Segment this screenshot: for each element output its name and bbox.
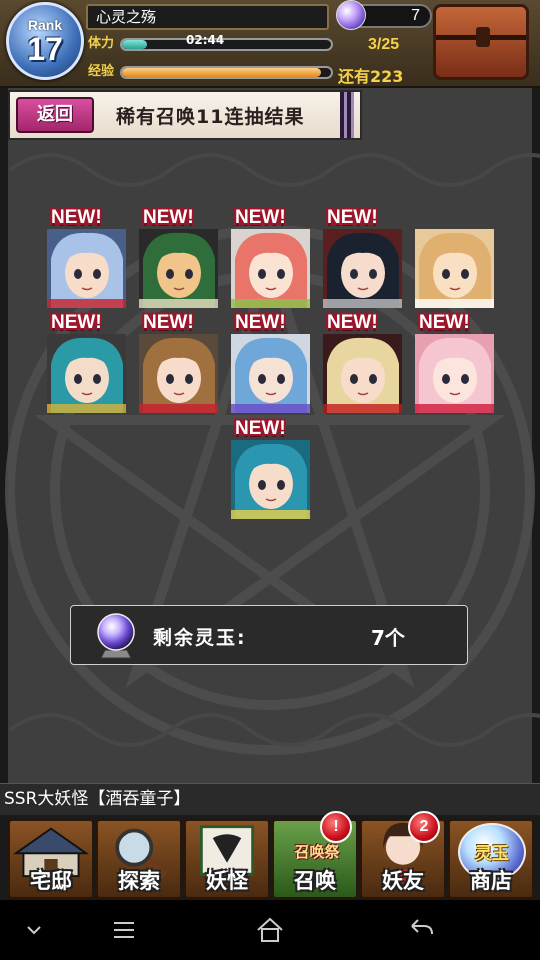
character-portrait [47,334,126,413]
nav-explore-label: 探索 [118,869,160,893]
new-badge: NEW! [51,207,102,228]
game-screen: Rank 17 心灵之殇 体力 02:44 3/25 经验 还有223 7 返回… [0,0,540,900]
nav-summon-label: 召唤 [294,869,336,893]
friends-count-badge: 2 [408,811,440,843]
back-arrow-icon[interactable] [400,914,440,946]
gem-counter[interactable]: 7 [336,0,432,30]
menu-icon[interactable] [104,914,144,946]
rank-badge[interactable]: Rank 17 [6,2,84,80]
treasure-chest-icon[interactable] [433,4,529,80]
nav-yokai[interactable]: 妖怪 [184,819,270,899]
remaining-jade-label: 剩余灵玉: [153,627,247,649]
character-portrait [415,229,494,308]
news-ticker[interactable]: SSR大妖怪【酒吞童子】 [0,783,540,815]
summon-result-card[interactable]: NEW! [231,207,310,308]
summon-alert-badge: ! [320,811,352,843]
character-portrait [323,334,402,413]
character-portrait [231,229,310,308]
summon-result-card[interactable]: NEW! [47,312,126,413]
summon-result-card[interactable]: NEW! [139,207,218,308]
remaining-jade-value: 7个 [371,626,405,650]
nav-shop-label: 商店 [470,869,512,893]
summon-result-card[interactable]: NEW! [47,207,126,308]
spirit-jade-orb-icon [97,613,135,659]
exp-label: 经验 [88,64,115,79]
new-badge: NEW! [51,312,102,333]
remaining-jade-panel: 剩余灵玉: 7个 [70,605,468,665]
chevron-down-icon[interactable] [14,914,54,946]
exp-fill [122,68,321,77]
new-badge: NEW! [235,418,286,439]
back-button[interactable]: 返回 [16,97,94,133]
character-portrait [231,440,310,519]
nav-shop[interactable]: 灵玉 商店 [448,819,534,899]
stamina-timer: 02:44 [186,33,225,47]
summon-result-card[interactable] [415,229,494,308]
character-portrait [415,334,494,413]
stamina-label: 体力 [88,36,115,51]
exp-bar: 经验 [86,62,336,82]
home-icon[interactable] [250,914,290,946]
bottom-nav: 宅邸 探索 妖怪 召唤祭 召唤 ! 妖友 2 灵玉 商店 [0,811,540,900]
nav-summon[interactable]: 召唤祭 召唤 ! [272,811,358,899]
stamina-bar: 体力 02:44 [86,34,336,54]
nav-explore[interactable]: 探索 [96,819,182,899]
system-nav-bar [0,900,540,960]
summon-result-card[interactable]: NEW! [231,418,310,519]
gem-count: 7 [411,7,420,24]
new-badge: NEW! [235,312,286,333]
player-name[interactable]: 心灵之殇 [86,4,329,30]
character-portrait [47,229,126,308]
summon-result-card[interactable]: NEW! [323,312,402,413]
top-hud: Rank 17 心灵之殇 体力 02:44 3/25 经验 还有223 7 [0,0,540,88]
character-portrait [139,229,218,308]
summon-result-card[interactable]: NEW! [415,312,494,413]
new-badge: NEW! [327,207,378,228]
stamina-track [120,38,333,51]
nav-friends[interactable]: 妖友 2 [360,811,446,899]
summon-festival-tag: 召唤祭 [294,843,340,861]
banner-stripe [340,92,354,138]
stamina-fill [122,40,148,49]
summon-result-card[interactable]: NEW! [231,312,310,413]
new-badge: NEW! [143,312,194,333]
nav-yokai-label: 妖怪 [206,869,248,893]
title-banner: 返回 稀有召唤11连抽结果 [8,90,362,140]
new-badge: NEW! [419,312,470,333]
shop-orb-label: 灵玉 [475,844,509,864]
new-badge: NEW! [327,312,378,333]
summon-result-card[interactable]: NEW! [323,207,402,308]
character-portrait [139,334,218,413]
page-title: 稀有召唤11连抽结果 [116,106,305,128]
character-portrait [323,229,402,308]
new-badge: NEW! [143,207,194,228]
spirit-jade-icon [336,0,366,30]
summon-result-card[interactable]: NEW! [139,312,218,413]
nav-friends-label: 妖友 [382,869,424,893]
new-badge: NEW! [235,207,286,228]
nav-mansion[interactable]: 宅邸 [8,819,94,899]
character-portrait [231,334,310,413]
stamina-count: 3/25 [368,36,400,53]
nav-mansion-label: 宅邸 [30,869,72,893]
exp-track [120,66,333,79]
exp-remaining: 还有223 [338,67,404,86]
rank-value: 17 [27,31,63,67]
